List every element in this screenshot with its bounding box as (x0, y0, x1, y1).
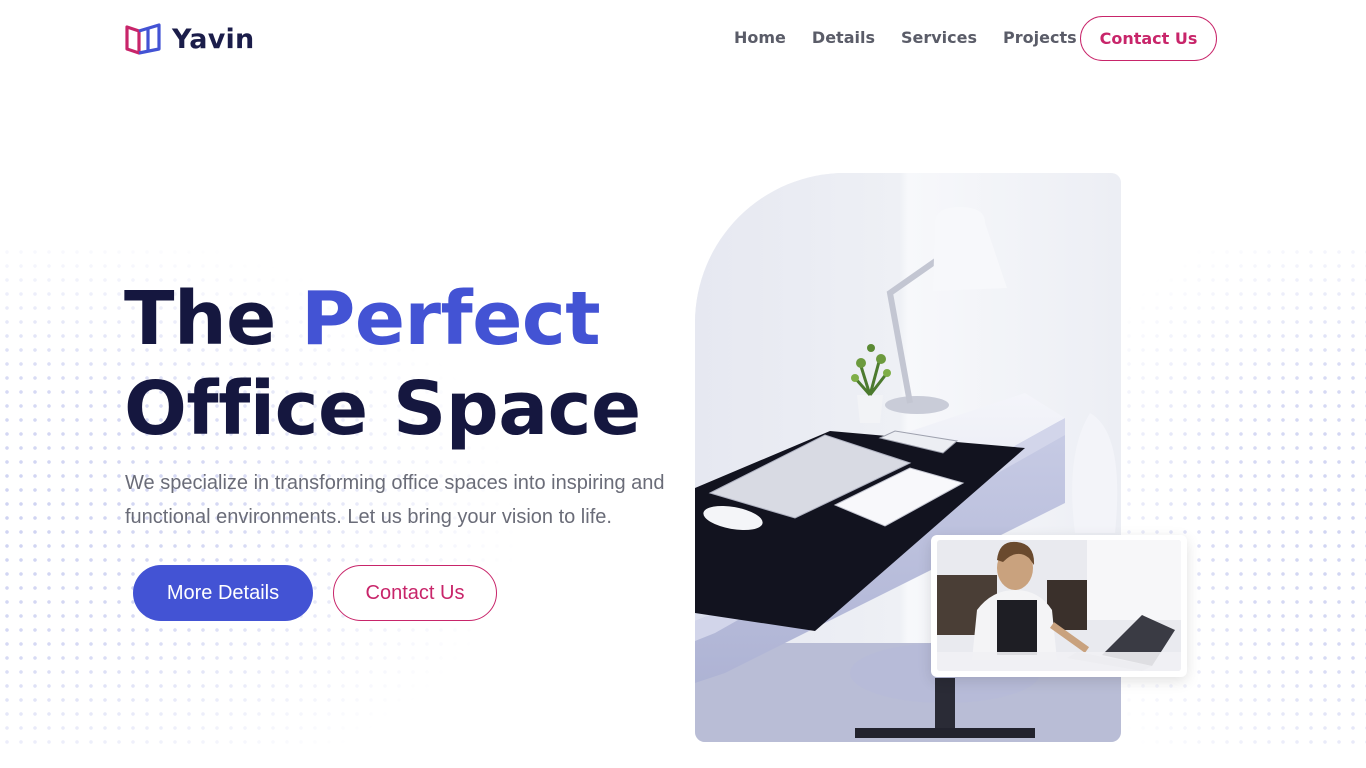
brand-name: Yavin (172, 23, 255, 55)
nav-contact-button[interactable]: Contact Us (1080, 16, 1217, 61)
main-nav: Home Details Services Projects (734, 28, 1103, 48)
headline-part2: Office Space (124, 366, 641, 452)
nav-projects[interactable]: Projects (1003, 28, 1077, 48)
nav-home[interactable]: Home (734, 28, 786, 48)
hero-headline: The Perfect Office Space (124, 274, 641, 454)
more-details-button[interactable]: More Details (133, 565, 313, 621)
headline-part1: The (124, 276, 276, 362)
hero-subtext: We specialize in transforming office spa… (125, 472, 665, 528)
woman-working-image (931, 535, 1187, 677)
nav-services[interactable]: Services (901, 28, 977, 48)
contact-us-button[interactable]: Contact Us (333, 565, 497, 621)
headline-accent: Perfect (301, 276, 601, 362)
logo[interactable]: Yavin (124, 22, 254, 56)
logo-icon (125, 23, 161, 55)
nav-details[interactable]: Details (812, 28, 875, 48)
